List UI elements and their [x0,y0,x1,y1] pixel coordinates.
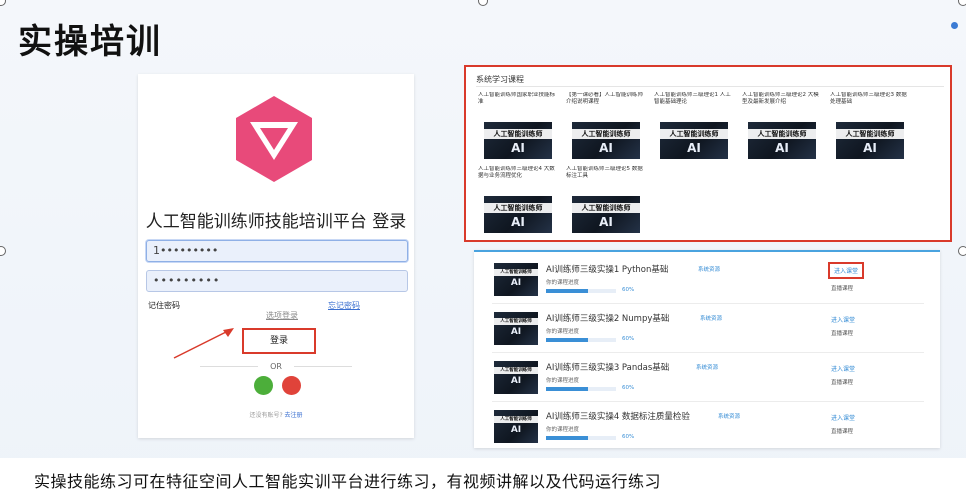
enter-classroom-button[interactable]: 进入课堂 [828,262,865,279]
register-text: 还没有账号? [249,412,283,419]
progress-bar [546,338,616,342]
list-item: 人工智能训练师 AI AI训练师三级实操2 Numpy基础 系统资源 你的课程进度… [492,307,924,353]
course-card-title: 【第一课必看】人工智能训练师介绍说明课程 [566,92,644,105]
resize-handle-middle-left[interactable] [0,246,6,256]
course-card[interactable]: 人工智能训练师三级理论1 人工智能基础理论 人工智能训练师 AI [654,92,736,159]
list-item: 人工智能训练师 AI AI训练师三级实操3 Pandas基础 系统资源 你的课程进… [492,356,924,402]
course-name[interactable]: AI训练师三级实操3 Pandas基础 [546,361,669,373]
practice-course-list: 人工智能训练师 AI AI训练师三级实操1 Python基础 系统资源 你的课程进… [474,250,940,448]
slide-caption: 实操技能练习可在特征空间人工智能实训平台进行练习，有视频讲解以及代码运行练习 [34,472,662,491]
progress-label: 你的课程进度 [546,378,580,384]
resize-handle-middle-right[interactable] [958,246,966,256]
course-thumbnail: 人工智能训练师 AI [484,122,552,159]
progress-percent: 60% [622,336,635,342]
divider [476,86,944,87]
course-card[interactable]: 人工智能训练师三级理论2 大模型及最新发展介绍 人工智能训练师 AI [742,92,824,159]
password-field[interactable]: ••••••••• [146,270,408,292]
course-thumbnail: 人工智能训练师 AI [572,122,640,159]
slide-dot-icon [951,22,958,29]
course-name[interactable]: AI训练师三级实操4 数据标注质量检验 [546,410,690,422]
username-field[interactable]: 1••••••••• [146,240,408,262]
course-card-title: 人工智能训练师国家职业技能标准 [478,92,556,105]
course-card-title: 人工智能训练师三级理论1 人工智能基础理论 [654,92,731,105]
grid-heading: 系统学习课程 [476,75,524,84]
system-course-grid: 系统学习课程 人工智能训练师国家职业技能标准 人工智能训练师 AI 【第一课必看】… [464,65,952,242]
course-card-title: 人工智能训练师三级理论2 大模型及最新发展介绍 [742,92,819,105]
progress-label: 你的课程进度 [546,329,580,335]
progress-percent: 60% [622,287,635,293]
course-card-title: 人工智能训练师三级理论3 数据处理基础 [830,92,907,105]
course-card[interactable]: 人工智能训练师三级理论3 数据处理基础 人工智能训练师 AI [830,92,912,159]
list-item: 人工智能训练师 AI AI训练师三级实操1 Python基础 系统资源 你的课程进… [492,258,924,304]
register-link[interactable]: 去注册 [285,412,303,419]
live-course-link[interactable]: 直播课程 [831,427,853,435]
progress-bar [546,436,616,440]
divider [294,366,352,367]
course-card[interactable]: 人工智能训练师三级理论5 数据标注工具 人工智能训练师 AI [566,166,648,233]
course-tag: 系统资源 [700,316,723,322]
course-tag: 系统资源 [696,365,719,371]
login-title: 人工智能训练师技能培训平台 登录 [145,212,407,232]
course-thumbnail: 人工智能训练师 AI [572,196,640,233]
resize-handle-top-center[interactable] [478,0,488,6]
course-card-title: 人工智能训练师三级理论5 数据标注工具 [566,166,643,179]
forgot-password-link[interactable]: 忘记密码 [328,300,360,311]
register-prompt: 还没有账号? 去注册 [138,410,414,419]
course-thumbnail: 人工智能训练师 AI [484,196,552,233]
login-button[interactable]: 登录 [242,328,316,354]
progress-percent: 60% [622,434,635,440]
annotation-arrow-icon [173,328,234,359]
slide: 实操培训 人工智能训练师技能培训平台 登录 1••••••••• •••••••… [0,0,966,504]
progress-bar [546,387,616,391]
course-card[interactable]: 人工智能训练师国家职业技能标准 人工智能训练师 AI [478,92,560,159]
course-thumbnail: 人工智能训练师 AI [836,122,904,159]
course-thumbnail: 人工智能训练师 AI [494,410,538,443]
course-thumbnail: 人工智能训练师 AI [748,122,816,159]
wechat-login-icon[interactable] [254,376,273,395]
live-course-link[interactable]: 直播课程 [831,284,853,292]
course-thumbnail: 人工智能训练师 AI [494,312,538,345]
or-label: OR [270,362,282,371]
resize-handle-top-right[interactable] [958,0,966,6]
course-tag: 系统资源 [718,414,741,420]
option-login-link[interactable]: 选项登录 [266,310,298,321]
course-name[interactable]: AI训练师三级实操2 Numpy基础 [546,312,669,324]
remember-password-checkbox[interactable]: 记住密码 [148,300,180,311]
course-tag: 系统资源 [698,267,721,273]
weibo-login-icon[interactable] [282,376,301,395]
login-panel: 人工智能训练师技能培训平台 登录 1••••••••• ••••••••• 记住… [138,74,414,438]
course-thumbnail: 人工智能训练师 AI [494,361,538,394]
progress-label: 你的课程进度 [546,280,580,286]
list-item: 人工智能训练师 AI AI训练师三级实操4 数据标注质量检验 系统资源 你的课程进… [492,405,924,448]
enter-classroom-button[interactable]: 进入课堂 [831,315,855,324]
course-card-title: 人工智能训练师三级理论4 大数据与业务流程优化 [478,166,555,179]
course-thumbnail: 人工智能训练师 AI [494,263,538,296]
course-name[interactable]: AI训练师三级实操1 Python基础 [546,263,668,275]
enter-classroom-button[interactable]: 进入课堂 [831,413,855,422]
resize-handle-top-left[interactable] [0,0,6,6]
progress-label: 你的课程进度 [546,427,580,433]
course-card[interactable]: 【第一课必看】人工智能训练师介绍说明课程 人工智能训练师 AI [566,92,648,159]
course-thumbnail: 人工智能训练师 AI [660,122,728,159]
course-card[interactable]: 人工智能训练师三级理论4 大数据与业务流程优化 人工智能训练师 AI [478,166,560,233]
slide-title: 实操培训 [18,22,162,62]
progress-bar [546,289,616,293]
live-course-link[interactable]: 直播课程 [831,329,853,337]
progress-percent: 60% [622,385,635,391]
platform-logo-icon [236,96,312,182]
live-course-link[interactable]: 直播课程 [831,378,853,386]
enter-classroom-button[interactable]: 进入课堂 [831,364,855,373]
